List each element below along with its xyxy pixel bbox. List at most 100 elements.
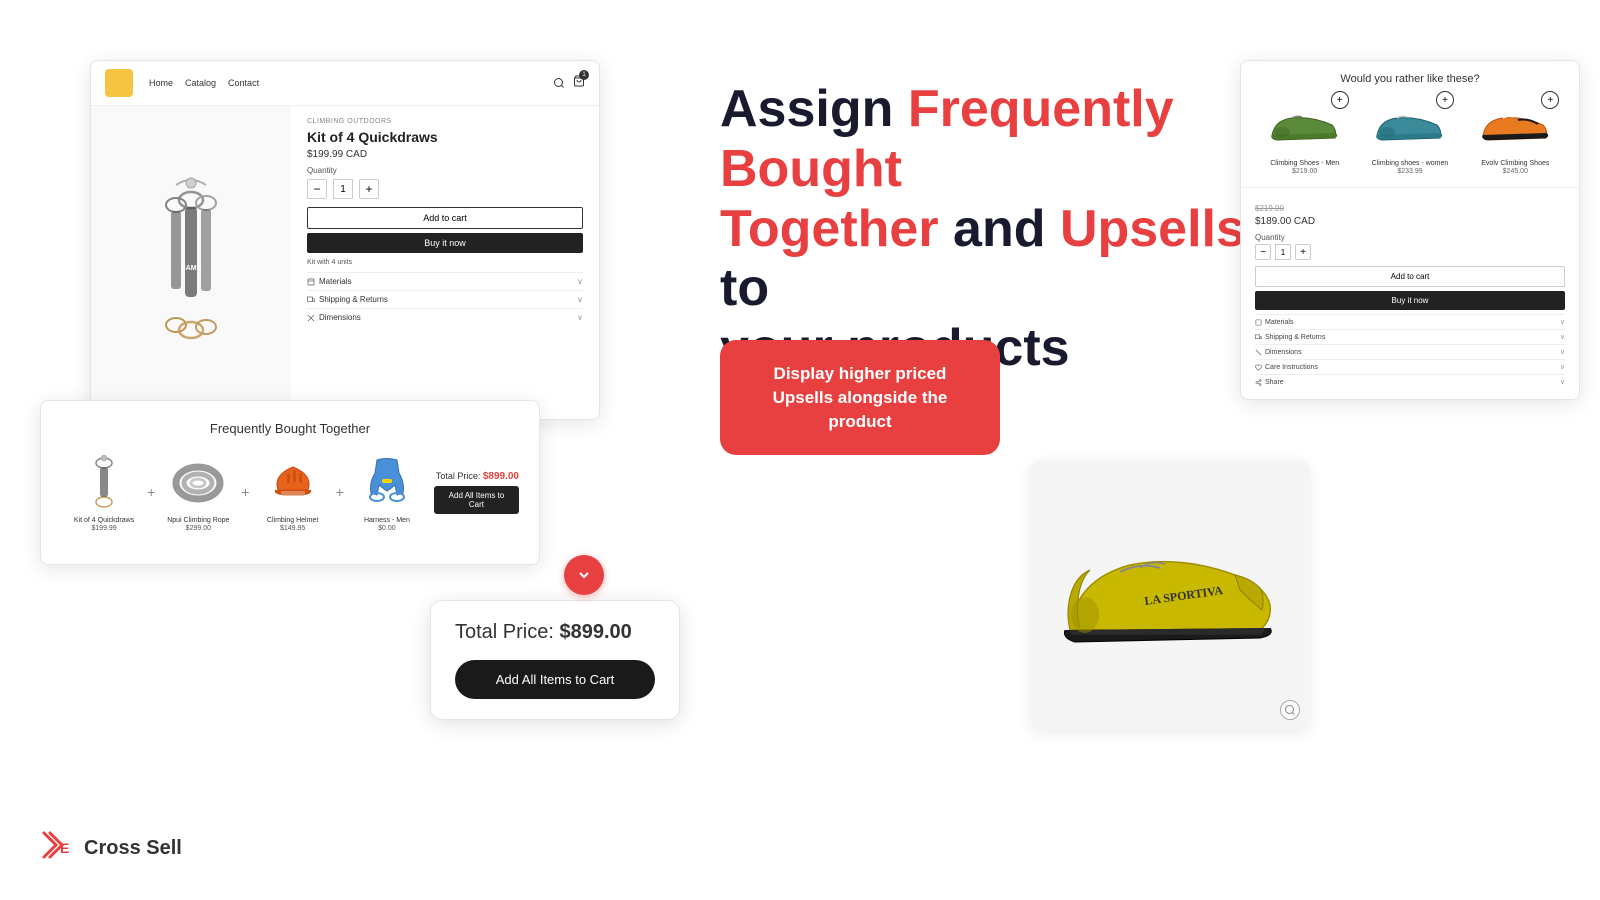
product-old-price: $219.00 xyxy=(1255,204,1284,213)
accordion-shipping[interactable]: Shipping & Returns ∨ xyxy=(307,290,583,308)
fbt-product-2: Npui Climbing Rope $299.00 xyxy=(155,452,241,532)
qty-decrease[interactable]: − xyxy=(307,179,327,199)
fbt-total-area: Total Price: $899.00 Add All Items to Ca… xyxy=(434,470,519,514)
product-accordion-dimensions[interactable]: Dimensions ∨ xyxy=(1255,344,1565,359)
product-accordion-share[interactable]: Share ∨ xyxy=(1255,374,1565,389)
cart-icon-wrapper[interactable]: 1 xyxy=(573,74,585,92)
fbt-product-name-2: Npui Climbing Rope xyxy=(155,516,241,525)
upsell-widget: Would you rather like these? + C xyxy=(1241,61,1579,188)
upsell-product-name-2: Climbing shoes - women xyxy=(1370,159,1450,168)
product-qty-increase[interactable]: + xyxy=(1295,244,1311,260)
fbt-product-img-2 xyxy=(163,452,233,512)
fbt-product-3: Climbing Helmet $149.95 xyxy=(250,452,336,532)
product-current-price: $189.00 CAD xyxy=(1255,216,1565,227)
expand-arrow-button[interactable] xyxy=(564,555,604,595)
product-add-to-cart[interactable]: Add to cart xyxy=(1255,266,1565,287)
product-accordion-shipping[interactable]: Shipping & Returns ∨ xyxy=(1255,329,1565,344)
fbt-total-label-inline: Total Price: xyxy=(436,471,483,481)
search-icon[interactable] xyxy=(553,77,565,89)
right-section: Assign Frequently Bought Together and Up… xyxy=(660,0,1600,900)
upsell-badge-text: Display higher priced Upsells alongside … xyxy=(752,362,968,433)
fbt-title: Frequently Bought Together xyxy=(61,421,519,436)
product-brand: CLIMBING OUTDOORS xyxy=(307,118,583,125)
fbt-product-img-3 xyxy=(258,452,328,512)
nav-catalog[interactable]: Catalog xyxy=(185,78,216,88)
product-qty-label: Quantity xyxy=(1255,233,1565,242)
cross-sell-name: Cross Sell xyxy=(84,837,182,860)
upsell-add-icon-1[interactable]: + xyxy=(1331,91,1349,109)
cross-sell-icon: E xyxy=(40,827,76,870)
product-qty-decrease[interactable]: − xyxy=(1255,244,1271,260)
qty-increase[interactable]: + xyxy=(359,179,379,199)
total-card-price: Total Price: $899.00 xyxy=(455,621,655,644)
fbt-total-price-inline: Total Price: $899.00 xyxy=(436,470,519,482)
quickdraw-image: CAMP xyxy=(141,175,241,355)
headline-text: Assign Frequently Bought Together and Up… xyxy=(720,80,1300,379)
accordion-dimensions[interactable]: Dimensions ∨ xyxy=(307,308,583,326)
upsell-product-price-3: $245.00 xyxy=(1475,168,1555,175)
upsell-product-name-3: Evolv Climbing Shoes xyxy=(1475,159,1555,168)
upsell-badge: Display higher priced Upsells alongside … xyxy=(720,340,1000,455)
accordion-materials[interactable]: Materials ∨ xyxy=(307,272,583,290)
headline-part2: Together xyxy=(720,200,939,258)
fbt-product-name-4: Harness - Men xyxy=(344,516,430,525)
fbt-plus-3: + xyxy=(336,484,344,500)
upsell-products-row: + Climbing Shoes - Men $219.00 xyxy=(1255,95,1565,175)
upsell-product-name-1: Climbing Shoes - Men xyxy=(1265,159,1345,168)
product-page-mockup: Home Catalog Contact 1 xyxy=(90,60,600,420)
total-card-value: $899.00 xyxy=(559,621,631,643)
buy-it-now-button[interactable]: Buy it now xyxy=(307,233,583,253)
cart-badge: 1 xyxy=(579,70,589,80)
upsell-product-price-1: $219.00 xyxy=(1265,168,1345,175)
upsell-product-price-2: $233.99 xyxy=(1370,168,1450,175)
fbt-product-price-4: $0.00 xyxy=(344,525,430,532)
fbt-product-img-4 xyxy=(352,452,422,512)
svg-text:CAMP: CAMP xyxy=(181,265,202,272)
fbt-add-all-button-inline[interactable]: Add All Items to Cart xyxy=(434,486,519,514)
magnify-icon[interactable] xyxy=(1280,700,1300,720)
upsell-product-3: + Evolv Climbing Shoes $245.00 xyxy=(1475,95,1555,175)
upsell-widget-title: Would you rather like these? xyxy=(1255,73,1565,85)
headline-part4: to xyxy=(720,259,769,317)
fbt-product-price-3: $149.95 xyxy=(250,525,336,532)
nav-home[interactable]: Home xyxy=(149,78,173,88)
qty-label: Quantity xyxy=(307,166,583,175)
upsell-add-icon-2[interactable]: + xyxy=(1436,91,1454,109)
svg-text:E: E xyxy=(60,840,69,856)
product-info: CLIMBING OUTDOORS Kit of 4 Quickdraws $1… xyxy=(291,106,599,420)
total-card-label: Total Price: xyxy=(455,621,559,643)
fbt-product-img-1 xyxy=(69,452,139,512)
fbt-product-name-1: Kit of 4 Quickdraws xyxy=(61,516,147,525)
product-accordion-care[interactable]: Care Instructions ∨ xyxy=(1255,359,1565,374)
fbt-products-row: Kit of 4 Quickdraws $199.99 + Npui Climb… xyxy=(61,452,519,532)
product-qty-value: 1 xyxy=(1275,244,1291,260)
accordion-arrow: ∨ xyxy=(577,277,583,286)
product-title: Kit of 4 Quickdraws xyxy=(307,129,583,145)
total-card: Total Price: $899.00 Add All Items to Ca… xyxy=(430,600,680,720)
mockup-nav-icons: 1 xyxy=(553,74,585,92)
product-detail-area: $219.00 $189.00 CAD Quantity − 1 + Add t… xyxy=(1241,188,1579,399)
product-price: $199.99 CAD xyxy=(307,149,583,160)
headline-part3: and xyxy=(939,200,1060,258)
product-qty-stepper[interactable]: − 1 + xyxy=(1255,244,1565,260)
nav-contact[interactable]: Contact xyxy=(228,78,259,88)
product-accordion-materials[interactable]: Materials ∨ xyxy=(1255,314,1565,329)
shoe-image: LA SPORTIVA xyxy=(1050,520,1290,670)
fbt-plus-1: + xyxy=(147,484,155,500)
add-to-cart-button[interactable]: Add to cart xyxy=(307,207,583,229)
fbt-product-1: Kit of 4 Quickdraws $199.99 xyxy=(61,452,147,532)
mockup-content: CAMP CLIMBING OUTDOORS Kit of 4 Quickdra… xyxy=(91,106,599,420)
upsell-product-1: + Climbing Shoes - Men $219.00 xyxy=(1265,95,1345,175)
fbt-widget: Frequently Bought Together Kit of 4 Quic… xyxy=(40,400,540,565)
fbt-product-4: Harness - Men $0.00 xyxy=(344,452,430,532)
cross-sell-logo: E Cross Sell xyxy=(40,827,182,870)
mockup-logo-icon xyxy=(105,69,133,97)
fbt-product-price-2: $299.00 xyxy=(155,525,241,532)
add-all-items-button[interactable]: Add All Items to Cart xyxy=(455,660,655,699)
product-buy-now[interactable]: Buy it now xyxy=(1255,291,1565,310)
upsell-add-icon-3[interactable]: + xyxy=(1541,91,1559,109)
mockup-navbar: Home Catalog Contact 1 xyxy=(91,61,599,106)
fbt-product-price-1: $199.99 xyxy=(61,525,147,532)
mockup-nav-links: Home Catalog Contact xyxy=(149,78,259,88)
quantity-stepper[interactable]: − 1 + xyxy=(307,179,583,199)
